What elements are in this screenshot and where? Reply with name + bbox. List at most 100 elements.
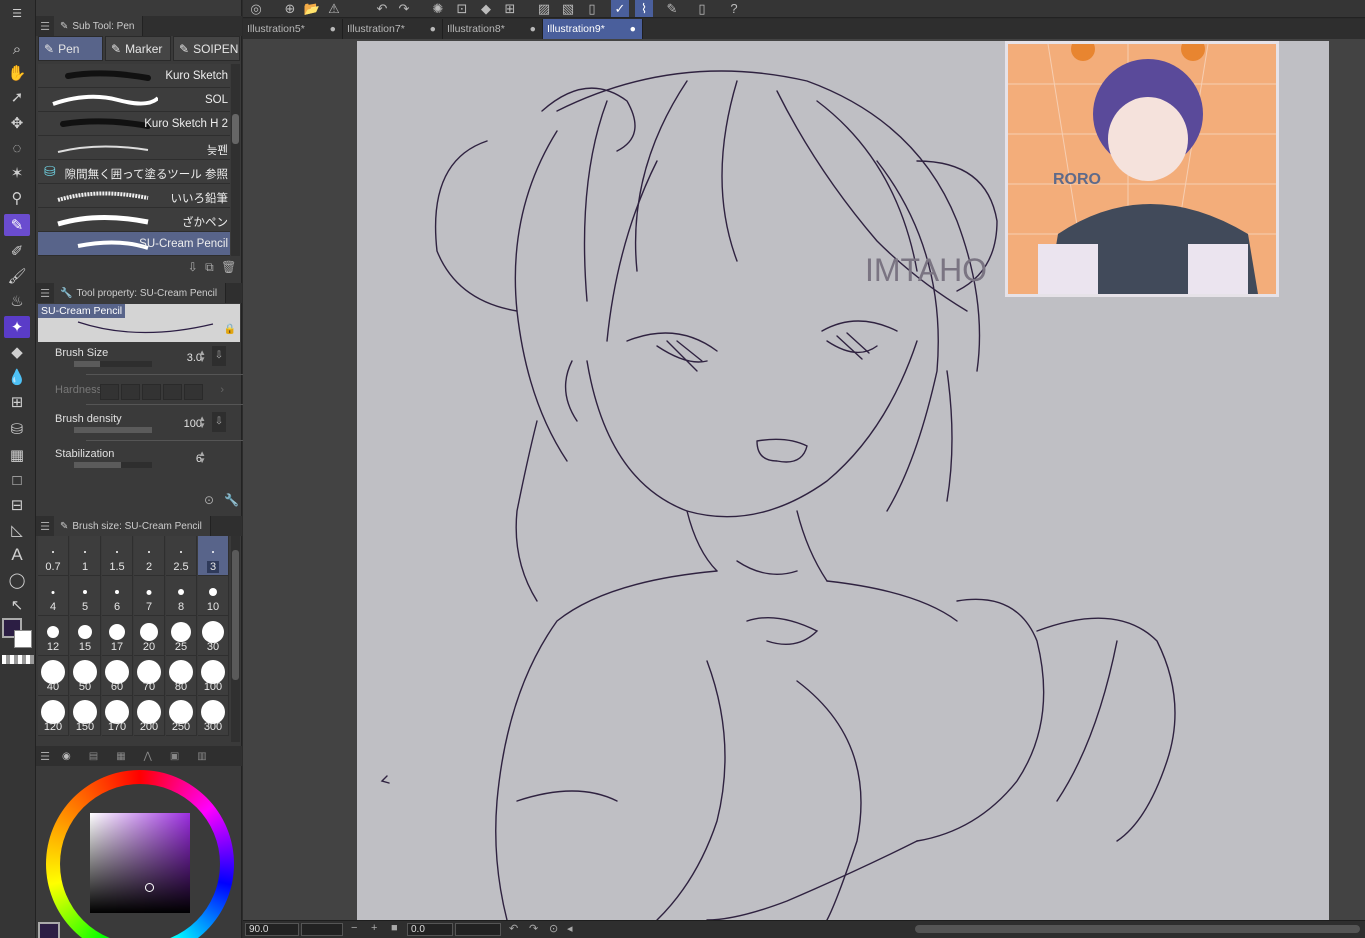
spin-arrows-icon[interactable]: ▲ ▼: [198, 349, 206, 364]
flip-horizontal-icon[interactable]: ◂: [567, 922, 573, 935]
brush-size-cell[interactable]: 200: [134, 696, 165, 736]
group-tab-pen[interactable]: ✎ Pen: [38, 36, 103, 61]
spin-arrows-icon[interactable]: ▲ ▼: [198, 450, 206, 465]
brush-size-cell[interactable]: 4: [38, 576, 69, 616]
tool-property-tab[interactable]: 🔧 Tool property: SU-Cream Pencil: [54, 283, 227, 303]
brush-item-zakapen[interactable]: ざかペン: [38, 208, 230, 232]
color-wheel-tab-icon[interactable]: ◉: [62, 751, 71, 762]
canvas-area[interactable]: IMTAHO RORO: [243, 39, 1365, 920]
brush-size-cell[interactable]: 70: [134, 656, 165, 696]
selection-icon[interactable]: ⊡: [453, 0, 471, 17]
brush-size-cell[interactable]: 300: [198, 696, 229, 736]
zoom-tool-icon[interactable]: ⌕: [4, 38, 30, 60]
brush-tool-icon[interactable]: 🖌: [4, 265, 30, 287]
tab-illustration7[interactable]: Illustration7* ●: [343, 19, 443, 39]
chevron-right-icon[interactable]: ›: [220, 384, 224, 396]
brush-item-iiro-pencil[interactable]: いいろ鉛筆: [38, 184, 230, 208]
close-icon[interactable]: ●: [530, 23, 536, 35]
reference-image[interactable]: RORO: [1005, 41, 1279, 297]
eyedropper-icon[interactable]: ⚲: [4, 187, 30, 209]
zoom-value[interactable]: 90.0: [245, 923, 299, 936]
panel-menu-icon[interactable]: ☰: [36, 287, 54, 300]
close-icon[interactable]: ●: [330, 23, 336, 35]
companion-icon[interactable]: ▯: [693, 0, 711, 17]
fill-selection-icon[interactable]: ▯: [583, 0, 601, 17]
subtool-tab[interactable]: ✎ Sub Tool: Pen: [54, 16, 144, 36]
main-color-swatch[interactable]: [38, 922, 60, 938]
brush-size-cell[interactable]: 12: [38, 616, 69, 656]
trash-icon[interactable]: 🗑: [221, 260, 236, 276]
intermediate-color-tab-icon[interactable]: ⋀: [144, 751, 152, 762]
brush-size-cell[interactable]: 25: [166, 616, 197, 656]
move-tool-icon[interactable]: ✥: [4, 112, 30, 134]
pencil-tool-icon[interactable]: ✐: [4, 240, 30, 262]
brush-size-cell[interactable]: 1.5: [102, 536, 133, 576]
object-tool-icon[interactable]: ➚: [4, 86, 30, 108]
brush-size-cell[interactable]: 17: [102, 616, 133, 656]
balloon-tool-icon[interactable]: ◯: [4, 569, 30, 591]
correct-line-tool-icon[interactable]: ↖: [4, 594, 30, 616]
figure-tool-icon[interactable]: □: [4, 469, 30, 491]
rotate-right-icon[interactable]: ↷: [529, 922, 538, 935]
undo-icon[interactable]: ↶: [373, 0, 391, 17]
snap-ruler-icon[interactable]: ✓: [611, 0, 629, 17]
brush-size-cell[interactable]: 120: [38, 696, 69, 736]
spin-arrows-icon[interactable]: ▲ ▼: [198, 415, 206, 430]
brush-item-fill-tool-ref[interactable]: ⛁ 隙間無く囲って塗るツール 参照: [38, 160, 230, 184]
brush-size-cell[interactable]: 60: [102, 656, 133, 696]
redo-icon[interactable]: ↷: [395, 0, 413, 17]
close-icon[interactable]: ●: [430, 23, 436, 35]
hand-tool-icon[interactable]: ✋: [4, 62, 30, 84]
brush-size-cell[interactable]: 2.5: [166, 536, 197, 576]
color-set-tab-icon[interactable]: ▦: [116, 751, 125, 762]
decoration-tool-icon[interactable]: ✦: [4, 316, 30, 338]
menu-icon[interactable]: ☰: [4, 2, 30, 24]
hardness-cells[interactable]: [100, 384, 203, 400]
brush-item-kuro-sketch[interactable]: Kuro Sketch: [38, 64, 230, 88]
frame-tool-icon[interactable]: ⊟: [4, 494, 30, 516]
transform-icon[interactable]: ⊞: [501, 0, 519, 17]
zoom-slider[interactable]: [301, 923, 343, 936]
tab-illustration9[interactable]: Illustration9* ●: [543, 19, 643, 39]
brush-item-sol[interactable]: SOL: [38, 88, 230, 112]
fit-screen-icon[interactable]: ■: [391, 922, 398, 934]
stabilization-slider[interactable]: [74, 462, 152, 468]
drawing-canvas[interactable]: IMTAHO RORO: [357, 41, 1329, 920]
lock-icon[interactable]: 🔒: [224, 324, 236, 335]
loading-icon[interactable]: ✺: [429, 0, 447, 17]
brush-size-cell[interactable]: 5: [70, 576, 101, 616]
brush-size-cell[interactable]: 50: [70, 656, 101, 696]
save-icon[interactable]: ⚠: [325, 0, 343, 17]
clear-icon[interactable]: ▨: [535, 0, 553, 17]
brush-size-scrollbar[interactable]: [231, 536, 240, 742]
approximate-color-tab-icon[interactable]: ▣: [170, 751, 179, 762]
zoom-out-icon[interactable]: −: [351, 922, 357, 934]
brush-size-cell[interactable]: 150: [70, 696, 101, 736]
lasso-tool-icon[interactable]: ◌: [4, 137, 30, 159]
download-icon[interactable]: ⇩: [188, 260, 198, 276]
rotation-value[interactable]: 0.0: [407, 923, 453, 936]
brush-size-cell[interactable]: 2: [134, 536, 165, 576]
panel-menu-icon[interactable]: ☰: [36, 20, 54, 33]
brush-size-slider[interactable]: [74, 361, 152, 367]
new-file-icon[interactable]: ⊕: [281, 0, 299, 17]
close-icon[interactable]: ●: [630, 23, 636, 35]
brush-size-cell[interactable]: 7: [134, 576, 165, 616]
fill-tool-icon[interactable]: ⊞: [4, 391, 30, 413]
gradient-tool-icon[interactable]: ▦: [4, 444, 30, 466]
brush-size-cell[interactable]: 15: [70, 616, 101, 656]
snap-special-ruler-icon[interactable]: ⌇: [635, 0, 653, 17]
color-slider-tab-icon[interactable]: ▤: [89, 751, 98, 762]
group-tab-marker[interactable]: ✎ Marker: [105, 36, 171, 61]
rotation-slider[interactable]: [455, 923, 501, 936]
magic-wand-icon[interactable]: ✶: [4, 162, 30, 184]
blend-tool-icon[interactable]: 💧: [4, 366, 30, 388]
eraser-tool-icon[interactable]: ◆: [4, 341, 30, 363]
edit-icon[interactable]: ✎: [663, 0, 681, 17]
panel-menu-icon[interactable]: ☰: [36, 520, 54, 533]
color-picker-cursor[interactable]: [145, 883, 154, 892]
duplicate-icon[interactable]: ⧉: [205, 260, 214, 276]
brush-item-su-cream-pencil[interactable]: SU-Cream Pencil: [38, 232, 230, 256]
brush-item-neutpen[interactable]: 늦펜: [38, 136, 230, 160]
brush-size-cell[interactable]: 20: [134, 616, 165, 656]
